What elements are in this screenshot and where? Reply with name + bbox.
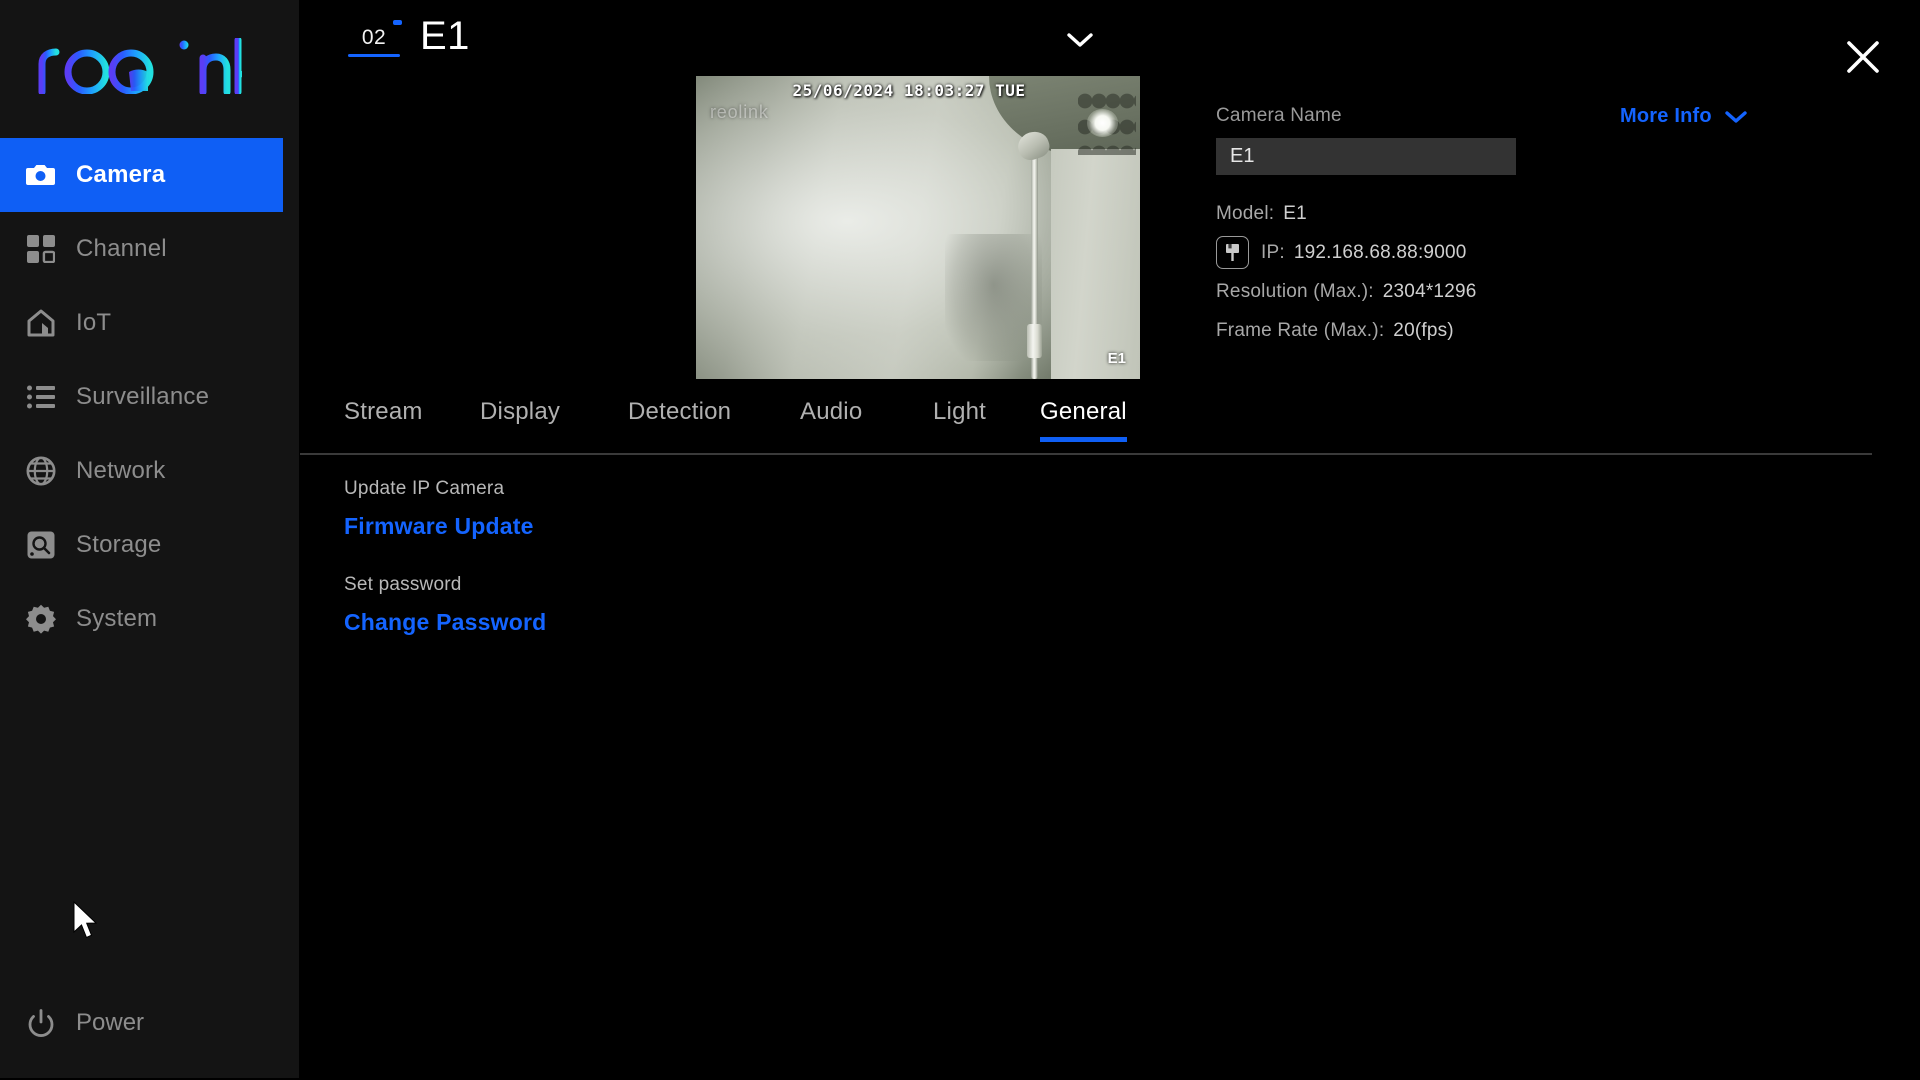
sidebar-item-iot[interactable]: IoT bbox=[0, 286, 300, 360]
camera-name-label: Camera Name bbox=[1216, 105, 1342, 126]
panel-header: 02 E1 bbox=[300, 0, 1920, 78]
preview-right-wall bbox=[1051, 148, 1140, 379]
sidebar-item-label: IoT bbox=[76, 309, 112, 336]
info-row-framerate: Frame Rate (Max.): 20(fps) bbox=[1216, 311, 1516, 350]
camera-info-panel: Camera Name Model: E1 IP: bbox=[1216, 105, 1516, 350]
sidebar-item-label: Camera bbox=[76, 161, 166, 188]
info-value: 20(fps) bbox=[1393, 319, 1454, 341]
chevron-down-icon[interactable] bbox=[1067, 32, 1093, 53]
settings-tabs: Stream Display Detection Audio Light Gen… bbox=[300, 398, 1920, 454]
info-key: Model: bbox=[1216, 202, 1275, 224]
list-icon bbox=[24, 380, 58, 414]
tab-light[interactable]: Light bbox=[933, 398, 986, 442]
info-key: IP: bbox=[1261, 241, 1285, 263]
tab-general[interactable]: General bbox=[1040, 398, 1127, 442]
info-row-model: Model: E1 bbox=[1216, 194, 1516, 233]
info-key: Frame Rate (Max.): bbox=[1216, 319, 1385, 341]
sidebar-item-label: Storage bbox=[76, 531, 162, 558]
power-icon bbox=[24, 1006, 58, 1040]
sidebar-item-label: System bbox=[76, 605, 158, 632]
poe-ethernet-icon bbox=[1216, 236, 1249, 269]
sidebar-nav: Camera Channel IoT Surveillance Network … bbox=[0, 138, 300, 656]
main-panel: 02 E1 reolink 25/06/2024 18:03:27 TUE E1… bbox=[300, 0, 1920, 1080]
info-row-ip: IP: 192.168.68.88:9000 bbox=[1216, 233, 1516, 272]
sidebar-item-surveillance[interactable]: Surveillance bbox=[0, 360, 300, 434]
tab-detection[interactable]: Detection bbox=[628, 398, 731, 442]
home-icon bbox=[24, 306, 58, 340]
sidebar-item-camera[interactable]: Camera bbox=[0, 138, 283, 212]
tab-display[interactable]: Display bbox=[480, 398, 560, 442]
tab-label: Detection bbox=[628, 398, 732, 425]
tab-label: Audio bbox=[800, 398, 863, 425]
more-info-button[interactable]: More Info bbox=[1620, 105, 1747, 128]
camera-icon bbox=[24, 158, 58, 192]
preview-channel-name: E1 bbox=[1107, 350, 1126, 367]
camera-preview[interactable]: reolink 25/06/2024 18:03:27 TUE E1 bbox=[696, 76, 1140, 379]
tab-active-underline bbox=[1040, 437, 1127, 442]
camera-name-input[interactable] bbox=[1216, 138, 1516, 175]
tab-label: General bbox=[1040, 398, 1127, 425]
channel-number: 02 bbox=[361, 26, 387, 49]
chevron-down-icon bbox=[1725, 110, 1747, 124]
tabs-divider bbox=[300, 453, 1872, 455]
close-icon[interactable] bbox=[1844, 38, 1882, 76]
sidebar-item-label: Surveillance bbox=[76, 383, 210, 410]
tab-label: Display bbox=[480, 398, 561, 425]
sidebar-item-storage[interactable]: Storage bbox=[0, 508, 300, 582]
info-value: 2304*1296 bbox=[1382, 280, 1477, 302]
section-label: Update IP Camera bbox=[344, 478, 505, 499]
grid-icon bbox=[24, 232, 58, 266]
info-value: 192.168.68.88:9000 bbox=[1293, 241, 1467, 263]
change-password-link[interactable]: Change Password bbox=[344, 609, 546, 636]
page-title: E1 bbox=[420, 14, 470, 58]
disk-search-icon bbox=[24, 528, 58, 562]
channel-underline bbox=[348, 54, 400, 57]
tab-label: Stream bbox=[344, 398, 423, 425]
info-value: E1 bbox=[1283, 202, 1307, 224]
globe-icon bbox=[24, 454, 58, 488]
nvr-settings-window: Camera Channel IoT Surveillance Network … bbox=[0, 0, 1920, 1080]
tab-stream[interactable]: Stream bbox=[344, 398, 423, 442]
sidebar-item-channel[interactable]: Channel bbox=[0, 212, 300, 286]
sidebar-item-network[interactable]: Network bbox=[0, 434, 300, 508]
preview-timestamp: 25/06/2024 18:03:27 TUE bbox=[792, 81, 1026, 100]
preview-watermark: reolink bbox=[710, 102, 769, 122]
sidebar-item-system[interactable]: System bbox=[0, 582, 300, 656]
sidebar-item-label: Channel bbox=[76, 235, 167, 262]
sidebar: Camera Channel IoT Surveillance Network … bbox=[0, 0, 300, 1078]
tab-audio[interactable]: Audio bbox=[800, 398, 862, 442]
reolink-logo bbox=[34, 38, 254, 96]
tab-label: Light bbox=[933, 398, 987, 425]
preview-light-glare bbox=[1086, 109, 1118, 137]
section-label: Set password bbox=[344, 574, 462, 595]
channel-number-badge[interactable]: 02 bbox=[348, 20, 402, 57]
section-set-password: Set password Change Password bbox=[344, 574, 546, 636]
info-row-resolution: Resolution (Max.): 2304*1296 bbox=[1216, 272, 1516, 311]
sidebar-item-label: Network bbox=[76, 457, 166, 484]
info-key: Resolution (Max.): bbox=[1216, 280, 1374, 302]
section-update-ip-camera: Update IP Camera Firmware Update bbox=[344, 478, 534, 540]
camera-info-rows: Model: E1 IP: 192.168.68.88:9000 Resolut… bbox=[1216, 194, 1516, 350]
power-label: Power bbox=[76, 1009, 145, 1036]
channel-status-dot bbox=[393, 20, 402, 25]
firmware-update-link[interactable]: Firmware Update bbox=[344, 513, 534, 540]
power-button[interactable]: Power bbox=[24, 1006, 144, 1040]
more-info-label: More Info bbox=[1620, 105, 1712, 127]
gear-icon bbox=[24, 602, 58, 636]
preview-cable-joint bbox=[1027, 324, 1043, 358]
